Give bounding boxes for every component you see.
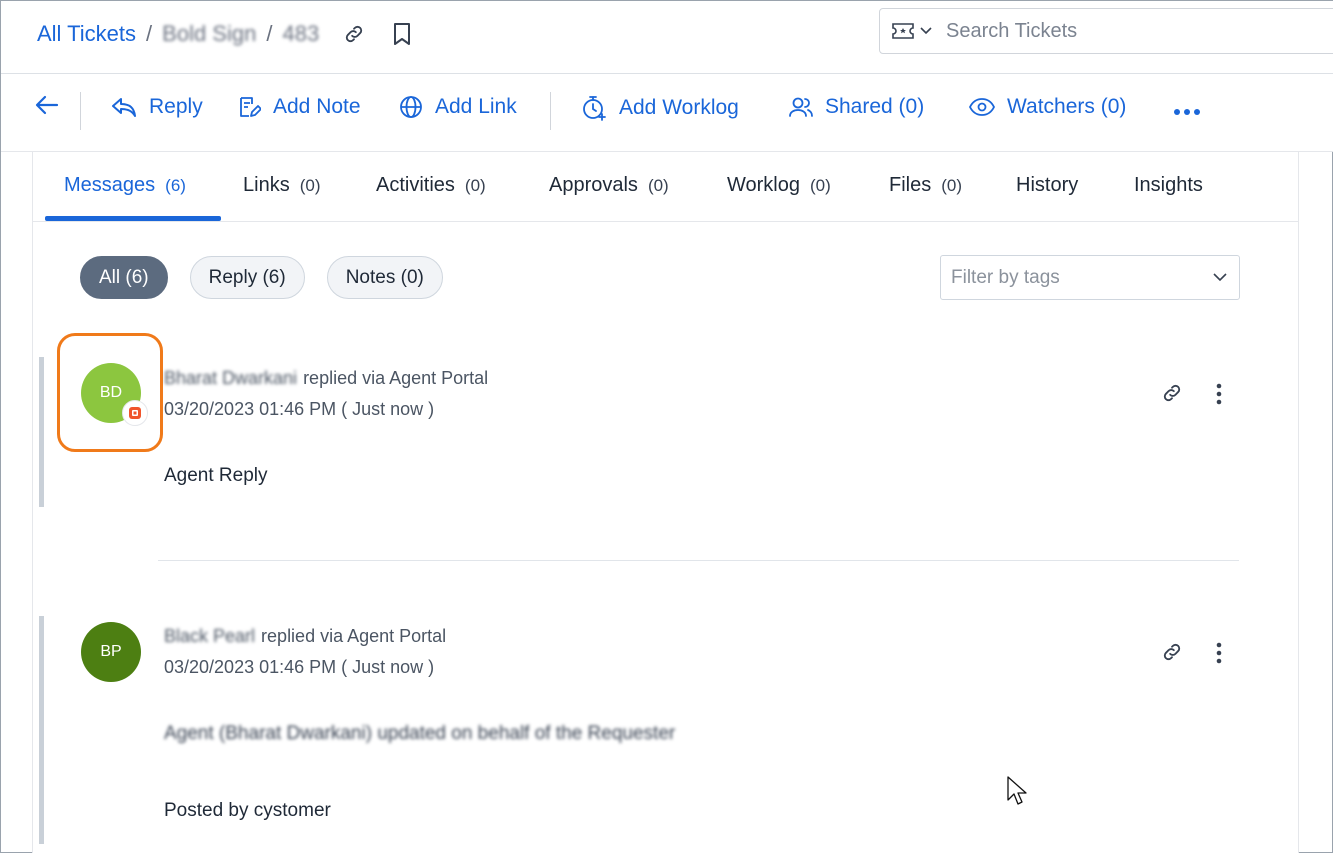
reply-icon: [112, 98, 136, 117]
more-vertical-icon[interactable]: [1205, 380, 1233, 408]
globe-icon: [400, 96, 422, 118]
reply-button[interactable]: Reply: [111, 95, 203, 119]
filter-all-chip[interactable]: All (6): [80, 256, 168, 299]
breadcrumb-separator: /: [266, 21, 273, 46]
message-body-note: Agent (Bharat Dwarkani) updated on behal…: [164, 723, 676, 744]
author-name[interactable]: Bharat Dwarkani: [164, 368, 297, 388]
tab-label: Links: [243, 174, 290, 196]
tab-label: Activities: [376, 174, 455, 196]
more-horizontal-icon: [1174, 109, 1200, 115]
message-action-text: replied via Agent Portal: [303, 368, 489, 388]
active-tab-indicator: [45, 216, 221, 221]
top-bar: All Tickets / Bold Sign / 483: [1, 1, 1333, 74]
timer-add-icon: [583, 96, 606, 121]
more-actions-button[interactable]: [1173, 108, 1201, 116]
message-divider: [158, 560, 1239, 561]
breadcrumb-project[interactable]: Bold Sign: [162, 21, 256, 47]
message-body: Agent Reply: [164, 465, 268, 486]
message-indicator-bar: [39, 357, 44, 507]
tab-label: Approvals: [549, 174, 638, 196]
message-author-line: Black Pearl replied via Agent Portal: [164, 626, 446, 647]
message-timestamp: 03/20/2023 01:46 PM ( Just now ): [164, 399, 435, 419]
watchers-label: Watchers (0): [1007, 95, 1127, 118]
avatar-initials: BD: [99, 384, 123, 401]
eye-icon: [969, 98, 995, 116]
tab-count: (0): [299, 176, 321, 195]
ticket-icon: [892, 23, 914, 39]
message-author-line: Bharat Dwarkani replied via Agent Portal: [164, 368, 488, 389]
message-filter-chips: All (6) Reply (6) Notes (0): [80, 256, 443, 299]
users-icon: [789, 97, 813, 117]
avatar[interactable]: BP: [81, 622, 141, 682]
message-indicator-bar: [39, 616, 44, 844]
search-box: [879, 8, 1333, 54]
filter-reply-chip[interactable]: Reply (6): [189, 256, 305, 299]
tab-count: (0): [941, 176, 963, 195]
ticket-detail-panel: Messages (6) Links (0) Activities (0) Ap…: [32, 152, 1299, 853]
add-worklog-button[interactable]: Add Worklog: [581, 95, 739, 121]
author-name[interactable]: Black Pearl: [164, 626, 255, 646]
filter-notes-chip[interactable]: Notes (0): [326, 256, 443, 299]
tab-count: (0): [810, 176, 831, 195]
message-body: Posted by cystomer: [164, 800, 331, 821]
add-note-button[interactable]: Add Note: [237, 95, 361, 119]
tab-label: Worklog: [727, 174, 800, 196]
breadcrumb-separator: /: [146, 21, 153, 46]
tab-count: (0): [464, 176, 486, 195]
tab-insights[interactable]: Insights: [1134, 174, 1203, 197]
filter-by-tags-dropdown[interactable]: Filter by tags: [940, 255, 1240, 300]
filter-by-tags-placeholder: Filter by tags: [951, 266, 1060, 288]
breadcrumb-ticket-id: 483: [282, 21, 320, 46]
back-button[interactable]: [35, 95, 59, 115]
tab-count: (0): [647, 176, 669, 195]
bookmark-icon[interactable]: [389, 21, 415, 47]
tab-label: Files: [889, 174, 932, 196]
chevron-down-icon: [1213, 273, 1227, 282]
tab-label: Messages: [64, 174, 156, 196]
tab-label: Insights: [1134, 174, 1203, 196]
search-input[interactable]: [946, 19, 1276, 43]
tab-label: History: [1016, 174, 1079, 196]
breadcrumb-all-tickets[interactable]: All Tickets: [37, 21, 136, 47]
tab-bar: Messages (6) Links (0) Activities (0) Ap…: [33, 152, 1298, 222]
message-action-text: replied via Agent Portal: [261, 626, 447, 646]
tab-links[interactable]: Links (0): [243, 174, 320, 197]
add-note-label: Add Note: [273, 95, 361, 118]
tab-messages[interactable]: Messages (6): [64, 174, 186, 197]
tab-files[interactable]: Files (0): [889, 174, 962, 197]
tab-approvals[interactable]: Approvals (0): [549, 174, 669, 197]
toolbar-divider: [550, 92, 551, 130]
tab-history[interactable]: History: [1016, 174, 1078, 197]
tab-activities[interactable]: Activities (0): [376, 174, 486, 197]
toolbar: Reply Add Note Add Link Add Worklog Shar…: [1, 74, 1333, 152]
copy-message-link-icon[interactable]: [1158, 638, 1186, 666]
shared-label: Shared (0): [825, 95, 925, 118]
add-worklog-label: Add Worklog: [619, 96, 739, 119]
shared-button[interactable]: Shared (0): [789, 95, 924, 119]
message-timestamp: 03/20/2023 01:46 PM ( Just now ): [164, 657, 435, 677]
avatar-initials: BP: [100, 643, 122, 660]
reply-label: Reply: [149, 95, 203, 118]
mouse-cursor-icon: [1007, 776, 1029, 811]
toolbar-divider: [80, 92, 81, 130]
note-edit-icon: [240, 97, 261, 117]
tab-count: (6): [165, 176, 186, 195]
chevron-down-icon: [920, 27, 932, 35]
tab-worklog[interactable]: Worklog (0): [727, 174, 831, 197]
copy-link-icon[interactable]: [341, 21, 367, 47]
add-link-button[interactable]: Add Link: [399, 95, 517, 119]
agent-portal-badge-icon: [122, 400, 148, 426]
arrow-left-icon: [35, 95, 59, 115]
watchers-button[interactable]: Watchers (0): [969, 95, 1126, 119]
copy-message-link-icon[interactable]: [1158, 379, 1186, 407]
search-scope-selector[interactable]: [880, 23, 946, 39]
more-vertical-icon[interactable]: [1205, 639, 1233, 667]
breadcrumb: All Tickets / Bold Sign / 483: [37, 21, 415, 47]
add-link-label: Add Link: [435, 95, 517, 118]
